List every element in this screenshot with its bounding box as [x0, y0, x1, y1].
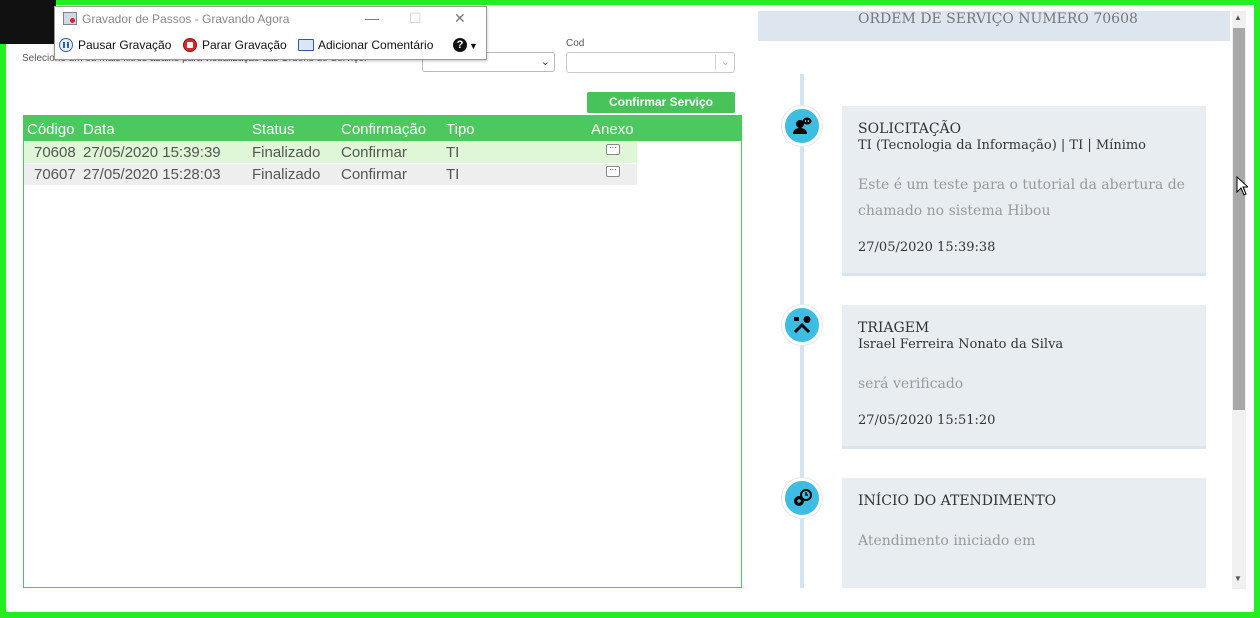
col-confirmacao[interactable]: Confirmação	[341, 121, 426, 138]
event-card-inicio: INÍCIO DO ATENDIMENTO Atendimento inicia…	[842, 478, 1206, 588]
recorder-title: Gravador de Passos - Gravando Agora	[82, 12, 290, 26]
col-codigo[interactable]: Código	[27, 121, 75, 138]
scroll-down-icon[interactable]: ▼	[1234, 574, 1242, 583]
scroll-up-icon[interactable]: ▲	[1234, 13, 1242, 22]
tools-icon	[782, 305, 822, 345]
attachment-icon[interactable]: ···	[606, 144, 620, 155]
table-row[interactable]: 70607 27/05/2020 15:28:03 Finalizado Con…	[24, 164, 637, 185]
event-card-solicitacao: SOLICITAÇÃO TI (Tecnologia da Informação…	[842, 106, 1206, 276]
pause-icon	[59, 38, 73, 52]
mouse-cursor-icon	[1236, 176, 1248, 196]
cell-tipo: TI	[446, 144, 460, 161]
pause-recording-button[interactable]: Pausar Gravação	[78, 38, 171, 52]
grid-header: Código Data Status Confirmação Tipo Anex…	[24, 116, 741, 141]
select-divider	[715, 55, 716, 70]
stop-icon	[183, 38, 197, 52]
col-status[interactable]: Status	[252, 121, 295, 138]
event-description: Atendimento iniciado em	[858, 533, 1036, 549]
stop-recording-button[interactable]: Parar Gravação	[202, 38, 287, 52]
chevron-down-icon: ⌄	[720, 56, 730, 68]
col-anexo[interactable]: Anexo	[591, 121, 634, 138]
event-title: TRIAGEM	[858, 320, 930, 336]
gear-clock-icon	[782, 478, 822, 518]
event-description: será verificado	[858, 376, 964, 392]
scrollbar-thumb[interactable]	[1233, 28, 1245, 410]
chevron-down-icon: ⌄	[540, 56, 550, 68]
maximize-icon: ☐	[409, 10, 422, 26]
event-timestamp: 27/05/2020 15:51:20	[858, 413, 996, 428]
background-corner	[0, 0, 56, 44]
table-row[interactable]: 70608 27/05/2020 15:39:39 Finalizado Con…	[24, 142, 637, 163]
event-card-triagem: TRIAGEM Israel Ferreira Nonato da Silva …	[842, 305, 1206, 449]
col-data[interactable]: Data	[83, 121, 115, 138]
event-timestamp: 27/05/2020 15:39:38	[858, 240, 996, 255]
help-dropdown-icon[interactable]: ▼	[469, 41, 478, 51]
cod-label: Cod	[566, 38, 585, 49]
cell-codigo: 70607	[34, 166, 76, 183]
orders-grid: Código Data Status Confirmação Tipo Anex…	[23, 115, 742, 588]
cell-status: Finalizado	[252, 166, 321, 183]
event-subtitle: TI (Tecnologia da Informação) | TI | Mín…	[858, 138, 1147, 153]
attachment-icon[interactable]: ···	[606, 166, 620, 177]
event-title: INÍCIO DO ATENDIMENTO	[858, 493, 1057, 509]
cod-select[interactable]: ⌄	[566, 52, 735, 73]
user-chat-icon	[782, 106, 822, 146]
event-title: SOLICITAÇÃO	[858, 121, 962, 137]
order-title: ORDEM DE SERVIÇO NUMERO 70608	[858, 11, 1138, 27]
col-tipo[interactable]: Tipo	[446, 121, 475, 138]
minimize-icon[interactable]: —	[365, 10, 379, 26]
steps-recorder-window[interactable]: Gravador de Passos - Gravando Agora — ☐ …	[54, 6, 487, 60]
event-description: Este é um teste para o tutorial da abert…	[858, 177, 1185, 219]
cell-confirmacao-link[interactable]: Confirmar	[341, 144, 407, 161]
recorder-app-icon	[63, 12, 77, 25]
close-icon[interactable]: ✕	[454, 10, 466, 27]
event-subtitle: Israel Ferreira Nonato da Silva	[858, 337, 1064, 352]
cell-status: Finalizado	[252, 144, 321, 161]
add-comment-button[interactable]: Adicionar Comentário	[318, 38, 433, 52]
cell-data: 27/05/2020 15:39:39	[83, 144, 221, 161]
cell-confirmacao-link[interactable]: Confirmar	[341, 166, 407, 183]
confirm-service-button[interactable]: Confirmar Serviço	[587, 92, 735, 113]
help-icon[interactable]: ?	[453, 38, 467, 52]
cell-tipo: TI	[446, 166, 460, 183]
cell-codigo: 70608	[34, 144, 76, 161]
comment-icon	[298, 39, 314, 51]
cell-data: 27/05/2020 15:28:03	[83, 166, 221, 183]
